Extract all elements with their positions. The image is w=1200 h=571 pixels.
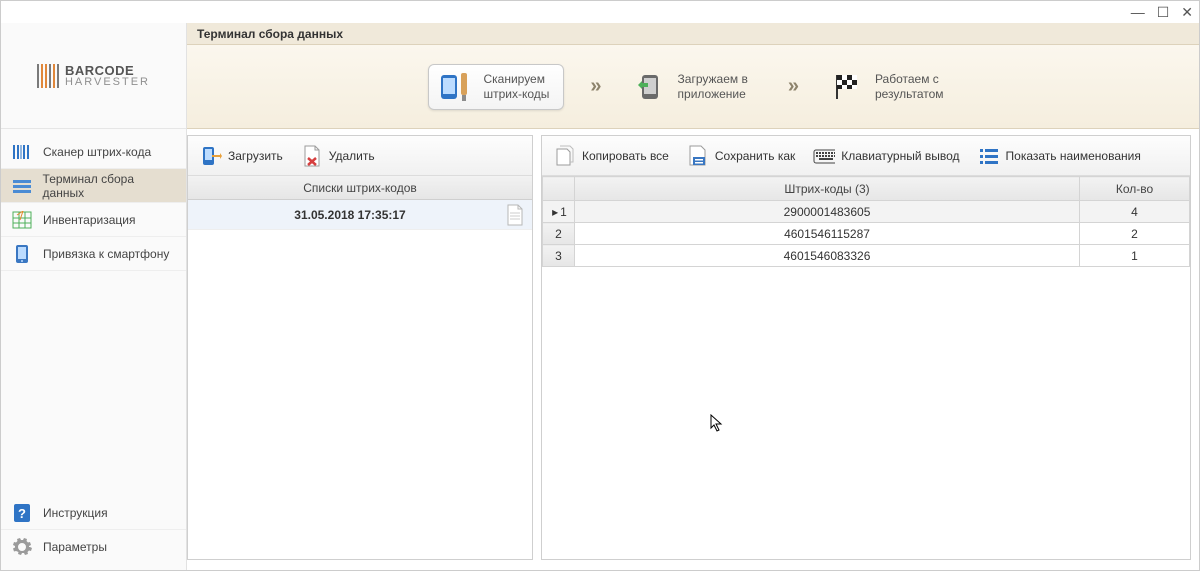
button-label: Загрузить — [228, 149, 283, 163]
copy-all-button[interactable]: Копировать все — [546, 141, 677, 171]
list-item[interactable]: 31.05.2018 17:35:17 — [188, 200, 532, 230]
flag-icon — [831, 71, 863, 103]
terminal-icon — [11, 175, 33, 197]
sidebar-item-label: Привязка к смартфону — [43, 247, 169, 261]
cell-qty: 2 — [1080, 223, 1190, 245]
page-title: Терминал сбора данных — [187, 23, 1199, 45]
table-row[interactable]: 3 4601546083326 1 — [543, 245, 1190, 267]
step-line: Работаем с — [875, 72, 944, 86]
logo-line1: BARCODE — [65, 64, 150, 77]
sidebar-item-inventory[interactable]: Инвентаризация — [1, 203, 186, 237]
save-file-icon — [687, 145, 709, 167]
delete-file-icon — [301, 145, 323, 167]
step-result[interactable]: Работаем с результатом — [821, 65, 958, 109]
app-window: — ☐ ✕ BARCODE HARVESTER — [0, 0, 1200, 571]
copy-icon — [554, 145, 576, 167]
left-column-header[interactable]: Списки штрих-кодов — [188, 176, 532, 199]
barcode-icon — [11, 141, 33, 163]
sidebar-item-settings[interactable]: Параметры — [1, 530, 186, 564]
nav-bottom: ? Инструкция Параметры — [1, 496, 186, 570]
cell-qty: 4 — [1080, 201, 1190, 223]
step-load[interactable]: Загружаем в приложение — [624, 65, 762, 109]
keyboard-icon — [813, 145, 835, 167]
left-toolbar: Загрузить Удалить — [188, 136, 532, 176]
barcode-lists-pane: Загрузить Удалить Списки штрих-кодов — [187, 135, 533, 560]
svg-text:?: ? — [18, 506, 26, 521]
sidebar-item-label: Инвентаризация — [43, 213, 135, 227]
grid-corner[interactable] — [543, 177, 575, 201]
row-number: ▸1 — [543, 201, 575, 223]
sidebar-item-label: Терминал сбора данных — [43, 172, 176, 200]
show-names-button[interactable]: Показать наименования — [970, 141, 1149, 171]
step-line: приложение — [678, 87, 748, 101]
sidebar-item-label: Параметры — [43, 540, 107, 554]
sidebar-item-scanner[interactable]: Сканер штрих-кода — [1, 135, 186, 169]
logo: BARCODE HARVESTER — [1, 23, 186, 129]
load-button[interactable]: Загрузить — [192, 141, 291, 171]
steps-strip: Сканируем штрих-коды » Загружаем в прило… — [187, 45, 1199, 129]
sidebar-item-instruction[interactable]: ? Инструкция — [1, 496, 186, 530]
barcodes-pane: Копировать все Сохранить как — [541, 135, 1191, 560]
upload-device-icon — [634, 71, 666, 103]
cell-code: 4601546115287 — [575, 223, 1080, 245]
button-label: Клавиатурный вывод — [841, 149, 959, 163]
barcodes-grid[interactable]: Штрих-коды (3) Кол-во ▸1 2900001483605 4 — [542, 176, 1190, 559]
list-lines-icon — [978, 145, 1000, 167]
save-as-button[interactable]: Сохранить как — [679, 141, 803, 171]
sidebar: BARCODE HARVESTER Сканер штрих-кода Терм… — [1, 23, 187, 570]
keyboard-output-button[interactable]: Клавиатурный вывод — [805, 141, 967, 171]
nav: Сканер штрих-кода Терминал сбора данных … — [1, 129, 186, 496]
table-row[interactable]: 2 4601546115287 2 — [543, 223, 1190, 245]
list-item-label: 31.05.2018 17:35:17 — [194, 208, 506, 222]
button-label: Удалить — [329, 149, 375, 163]
document-icon — [506, 204, 526, 226]
sidebar-item-label: Инструкция — [43, 506, 108, 520]
chevron-right-icon: » — [788, 75, 795, 98]
maximize-button[interactable]: ☐ — [1157, 4, 1170, 21]
button-label: Показать наименования — [1006, 149, 1141, 163]
smartphone-icon — [11, 243, 33, 265]
step-scan[interactable]: Сканируем штрих-коды — [428, 64, 564, 110]
cell-qty: 1 — [1080, 245, 1190, 267]
inventory-icon — [11, 209, 33, 231]
load-device-icon — [200, 145, 222, 167]
chevron-right-icon: » — [590, 75, 597, 98]
gear-icon — [11, 536, 33, 558]
column-header-qty[interactable]: Кол-во — [1080, 177, 1190, 201]
sidebar-item-terminal[interactable]: Терминал сбора данных — [1, 169, 186, 203]
sidebar-item-label: Сканер штрих-кода — [43, 145, 151, 159]
step-line: результатом — [875, 87, 944, 101]
table-row[interactable]: ▸1 2900001483605 4 — [543, 201, 1190, 223]
right-toolbar: Копировать все Сохранить как — [542, 136, 1190, 176]
help-icon: ? — [11, 502, 33, 524]
left-header-row: Списки штрих-кодов — [188, 176, 532, 200]
delete-button[interactable]: Удалить — [293, 141, 383, 171]
logo-line2: HARVESTER — [65, 77, 150, 88]
scan-device-icon — [439, 71, 471, 103]
barcode-logo-icon — [37, 64, 59, 88]
column-header-code[interactable]: Штрих-коды (3) — [575, 177, 1080, 201]
step-line: Сканируем — [483, 72, 549, 86]
step-line: штрих-коды — [483, 87, 549, 101]
step-line: Загружаем в — [678, 72, 748, 86]
row-number: 3 — [543, 245, 575, 267]
titlebar: — ☐ ✕ — [1, 1, 1199, 23]
main: Терминал сбора данных Сканируем штрих-ко… — [187, 23, 1199, 570]
cell-code: 2900001483605 — [575, 201, 1080, 223]
barcode-lists: 31.05.2018 17:35:17 — [188, 200, 532, 230]
button-label: Сохранить как — [715, 149, 795, 163]
sidebar-item-smartphone[interactable]: Привязка к смартфону — [1, 237, 186, 271]
minimize-button[interactable]: — — [1131, 4, 1145, 20]
row-number: 2 — [543, 223, 575, 245]
cell-code: 4601546083326 — [575, 245, 1080, 267]
close-button[interactable]: ✕ — [1181, 4, 1193, 21]
button-label: Копировать все — [582, 149, 669, 163]
